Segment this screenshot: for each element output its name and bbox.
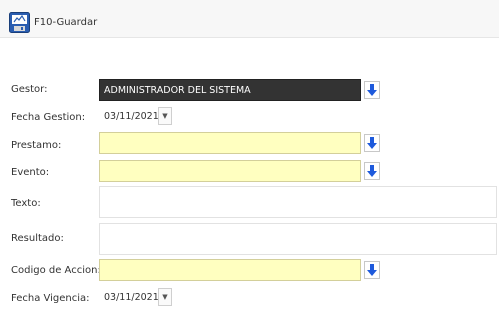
fecha-vigencia-label: Fecha Vigencia: — [11, 293, 90, 304]
arrow-down-icon — [367, 137, 377, 149]
save-icon — [9, 11, 30, 33]
prestamo-lookup-button[interactable] — [364, 134, 380, 152]
gestor-label: Gestor: — [11, 84, 48, 95]
arrow-down-icon — [367, 165, 377, 177]
fecha-gestion-picker[interactable]: 03/11/2021 ▼ — [100, 106, 172, 126]
texto-label: Texto: — [11, 198, 41, 209]
fecha-gestion-label: Fecha Gestion: — [11, 112, 86, 123]
prestamo-label: Prestamo: — [11, 140, 62, 151]
gestor-field[interactable]: ADMINISTRADOR DEL SISTEMA — [99, 79, 361, 101]
codigo-accion-label: Codigo de Accion: — [11, 265, 101, 276]
gestor-lookup-button[interactable] — [364, 81, 380, 99]
save-button[interactable]: F10-Guardar — [9, 11, 98, 33]
fecha-vigencia-picker[interactable]: 03/11/2021 ▼ — [100, 287, 172, 307]
save-label: F10-Guardar — [34, 16, 98, 28]
resultado-label: Resultado: — [11, 233, 64, 244]
evento-lookup-button[interactable] — [364, 162, 380, 180]
fecha-gestion-value[interactable]: 03/11/2021 — [100, 111, 159, 122]
chevron-down-icon[interactable]: ▼ — [158, 107, 172, 125]
arrow-down-icon — [367, 84, 377, 96]
toolbar: F10-Guardar — [0, 0, 499, 38]
codigo-accion-lookup-button[interactable] — [364, 261, 380, 279]
evento-field[interactable] — [99, 160, 361, 182]
codigo-accion-field[interactable] — [99, 259, 361, 281]
fecha-vigencia-value[interactable]: 03/11/2021 — [100, 292, 159, 303]
resultado-field[interactable] — [99, 223, 497, 255]
texto-field[interactable] — [99, 186, 497, 218]
chevron-down-icon[interactable]: ▼ — [158, 288, 172, 306]
evento-label: Evento: — [11, 167, 50, 178]
arrow-down-icon — [367, 264, 377, 276]
prestamo-field[interactable] — [99, 132, 361, 154]
